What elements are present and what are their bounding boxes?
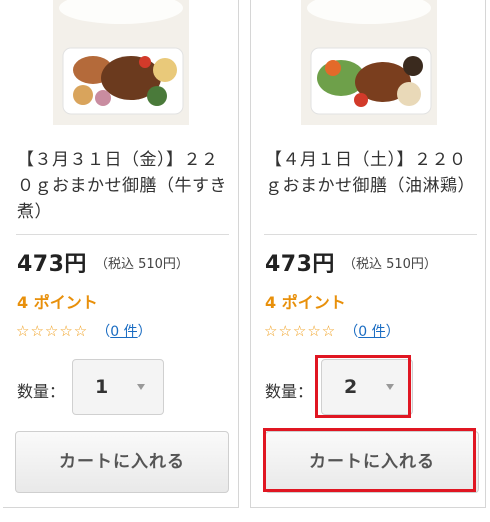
- rating: ☆☆☆☆☆ （0 件）: [264, 321, 400, 343]
- price: 473円: [17, 252, 87, 277]
- quantity-value: 2: [344, 376, 358, 398]
- star-rating-icon: ☆☆☆☆☆: [264, 322, 337, 340]
- price-row: 473円 （税込 510円）: [265, 246, 485, 277]
- add-to-cart-button[interactable]: カートに入れる: [265, 431, 479, 493]
- add-to-cart-button[interactable]: カートに入れる: [15, 431, 229, 493]
- points: 4 ポイント: [17, 293, 98, 312]
- quantity-select[interactable]: 1: [72, 359, 164, 415]
- divider: [16, 234, 229, 235]
- points: 4 ポイント: [265, 293, 346, 312]
- price-row: 473円 （税込 510円）: [17, 246, 237, 277]
- chevron-down-icon: [386, 384, 394, 390]
- review-count: （0 件）: [96, 324, 152, 340]
- quantity-select[interactable]: 2: [321, 359, 413, 415]
- tax-price: （税込 510円）: [342, 257, 437, 272]
- quantity-label: 数量：: [17, 382, 66, 401]
- product-card: 【４月１日（土）】２２０ｇおまかせ御膳（油淋鶏） 473円 （税込 510円） 4…: [250, 0, 486, 508]
- price: 473円: [265, 252, 335, 277]
- rating: ☆☆☆☆☆ （0 件）: [16, 321, 152, 343]
- product-card: 【３月３１日（金）】２２０ｇおまかせ御膳（牛すき煮） 473円 （税込 510円）…: [3, 0, 239, 508]
- star-rating-icon: ☆☆☆☆☆: [16, 322, 89, 340]
- divider: [264, 234, 477, 235]
- review-link[interactable]: 0 件: [110, 324, 137, 340]
- review-link[interactable]: 0 件: [358, 324, 385, 340]
- product-image[interactable]: [53, 0, 189, 125]
- product-image[interactable]: [301, 0, 437, 125]
- tax-price: （税込 510円）: [94, 257, 189, 272]
- quantity-label: 数量：: [265, 382, 314, 401]
- review-count: （0 件）: [344, 324, 400, 340]
- product-title[interactable]: 【３月３１日（金）】２２０ｇおまかせ御膳（牛すき煮）: [17, 147, 232, 225]
- quantity-value: 1: [95, 376, 109, 398]
- chevron-down-icon: [137, 384, 145, 390]
- product-title[interactable]: 【４月１日（土）】２２０ｇおまかせ御膳（油淋鶏）: [265, 147, 480, 199]
